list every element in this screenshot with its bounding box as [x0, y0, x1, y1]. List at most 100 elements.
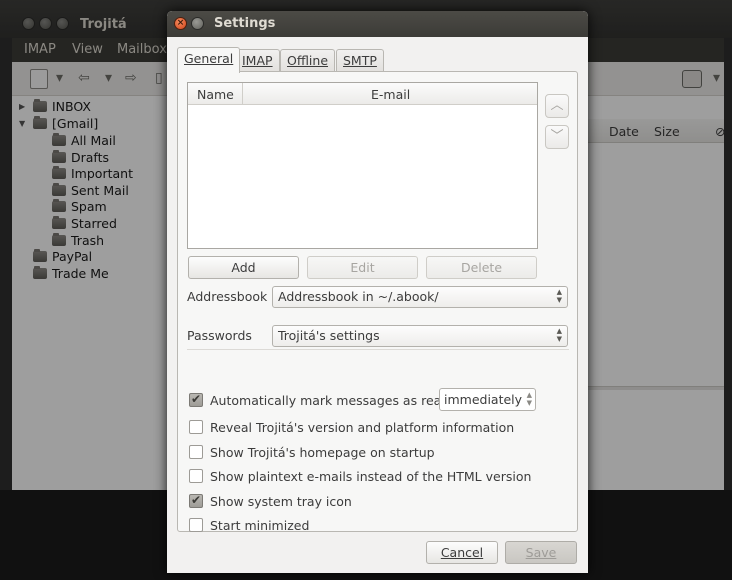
settings-dialog: × Settings General IMAP Offline SMTP Nam… — [167, 11, 588, 573]
folder-label: [Gmail] — [52, 115, 99, 131]
folder-item[interactable]: [Gmail] — [33, 115, 98, 131]
folder-icon — [33, 98, 47, 112]
dialog-titlebar: × Settings — [167, 11, 588, 37]
folder-label: Important — [71, 165, 133, 181]
minimize-icon[interactable] — [39, 17, 52, 30]
dialog-title: Settings — [214, 16, 276, 31]
identity-table-header: Name E-mail — [188, 83, 537, 105]
folder-icon — [52, 232, 66, 246]
folder-item[interactable]: Trade Me — [33, 265, 109, 281]
show-homepage-checkbox[interactable]: Show Trojitá's homepage on startup — [189, 443, 435, 461]
checkbox-label: Start minimized — [210, 517, 310, 533]
mark-read-interval-spinbox[interactable]: immediately ▲ ▼ — [439, 388, 536, 411]
checkbox-icon — [189, 420, 203, 434]
folder-label: Drafts — [71, 149, 110, 165]
attachment-icon[interactable]: ⊘ — [715, 124, 725, 139]
close-icon[interactable] — [22, 17, 35, 30]
checkbox-icon — [189, 493, 203, 508]
folder-label: Starred — [71, 215, 117, 231]
plaintext-checkbox[interactable]: Show plaintext e-mails instead of the HT… — [189, 467, 531, 485]
reveal-version-checkbox[interactable]: Reveal Trojitá's version and platform in… — [189, 418, 514, 436]
menu-mailbox[interactable]: Mailbox — [117, 42, 167, 57]
column-email[interactable]: E-mail — [371, 87, 410, 102]
column-size[interactable]: Size — [654, 124, 680, 139]
save-button[interactable]: Save — [505, 541, 577, 564]
folder-item[interactable]: Starred — [52, 215, 117, 231]
addressbook-value: Addressbook in ~/.abook/ — [278, 289, 439, 304]
add-button[interactable]: Add — [188, 256, 299, 279]
menu-view[interactable]: View — [72, 42, 103, 57]
minimize-icon[interactable] — [191, 17, 204, 30]
auto-mark-read-checkbox[interactable]: Automatically mark messages as read — [189, 391, 449, 409]
tab-general[interactable]: General — [177, 47, 241, 73]
expander-icon[interactable]: ▼ — [19, 119, 25, 128]
folder-icon — [52, 198, 66, 212]
window-title: Trojitá — [80, 17, 127, 32]
folder-icon — [52, 215, 66, 229]
folder-item[interactable]: PayPal — [33, 248, 92, 264]
folder-label: INBOX — [52, 98, 91, 114]
updown-icon[interactable]: ▲ ▼ — [527, 391, 532, 407]
menu-imap[interactable]: IMAP — [24, 42, 56, 57]
identity-table[interactable]: Name E-mail — [187, 82, 538, 249]
checkbox-icon — [189, 445, 203, 459]
checkbox-icon — [189, 518, 203, 532]
folder-item[interactable]: Sent Mail — [52, 182, 129, 198]
folder-icon — [52, 132, 66, 146]
move-up-button[interactable]: ︿ — [545, 94, 569, 118]
folder-item[interactable]: Drafts — [52, 149, 109, 165]
column-divider — [242, 83, 243, 105]
tab-smtp[interactable]: SMTP — [336, 49, 384, 72]
column-name[interactable]: Name — [197, 87, 234, 102]
checkbox-label: Reveal Trojitá's version and platform in… — [210, 419, 515, 435]
folder-label: Trash — [71, 232, 105, 248]
expander-icon[interactable]: ▶ — [19, 102, 25, 111]
folder-label: PayPal — [52, 248, 93, 264]
folder-item[interactable]: Important — [52, 165, 133, 181]
cancel-button[interactable]: Cancel — [426, 541, 498, 564]
start-minimized-checkbox[interactable]: Start minimized — [189, 516, 309, 534]
tab-imap[interactable]: IMAP — [235, 49, 280, 72]
folder-icon — [33, 265, 47, 279]
edit-button[interactable]: Edit — [307, 256, 418, 279]
move-down-button[interactable]: ﹀ — [545, 125, 569, 149]
delete-button[interactable]: Delete — [426, 256, 537, 279]
folder-item[interactable]: All Mail — [52, 132, 116, 148]
tab-label: Offline — [287, 53, 329, 68]
close-icon[interactable]: × — [174, 17, 187, 30]
tab-offline[interactable]: Offline — [280, 49, 336, 72]
passwords-select[interactable]: Trojitá's settings ▲ ▼ — [272, 325, 568, 347]
layout-icon[interactable] — [682, 70, 702, 88]
passwords-label: Passwords — [187, 328, 252, 343]
folder-icon — [52, 182, 66, 196]
chevron-down-icon[interactable]: ▾ — [105, 70, 112, 86]
folder-item[interactable]: Spam — [52, 198, 107, 214]
addressbook-label: Addressbook — [187, 289, 268, 304]
interval-value: immediately — [444, 392, 523, 407]
folder-item[interactable]: Trash — [52, 232, 104, 248]
updown-icon: ▲ ▼ — [556, 327, 562, 343]
folder-icon — [33, 248, 47, 262]
general-panel: Name E-mail ︿ ﹀ Add Edit Delete Addressb… — [177, 71, 578, 534]
divider — [187, 349, 569, 350]
tab-label: General — [184, 51, 234, 66]
addressbook-select[interactable]: Addressbook in ~/.abook/ ▲ ▼ — [272, 286, 568, 308]
folder-label: All Mail — [71, 132, 116, 148]
checkbox-icon — [189, 392, 203, 407]
button-label: Save — [525, 545, 557, 560]
updown-icon: ▲ ▼ — [556, 288, 562, 304]
tab-label: IMAP — [242, 53, 273, 68]
column-date[interactable]: Date — [609, 124, 639, 139]
checkbox-label: Show Trojitá's homepage on startup — [210, 444, 435, 460]
reply-icon[interactable]: ⇦ — [78, 70, 90, 86]
passwords-value: Trojitá's settings — [278, 328, 380, 343]
tray-icon-checkbox[interactable]: Show system tray icon — [189, 492, 352, 510]
folder-icon[interactable]: ▯ — [155, 70, 163, 86]
folder-item[interactable]: INBOX — [33, 98, 91, 114]
forward-icon[interactable]: ⇨ — [125, 70, 137, 86]
maximize-icon[interactable] — [56, 17, 69, 30]
chevron-down-icon[interactable]: ▾ — [713, 70, 720, 86]
chevron-down-icon[interactable]: ▾ — [56, 70, 63, 86]
folder-label: Trade Me — [52, 265, 109, 281]
compose-icon[interactable] — [30, 69, 48, 89]
